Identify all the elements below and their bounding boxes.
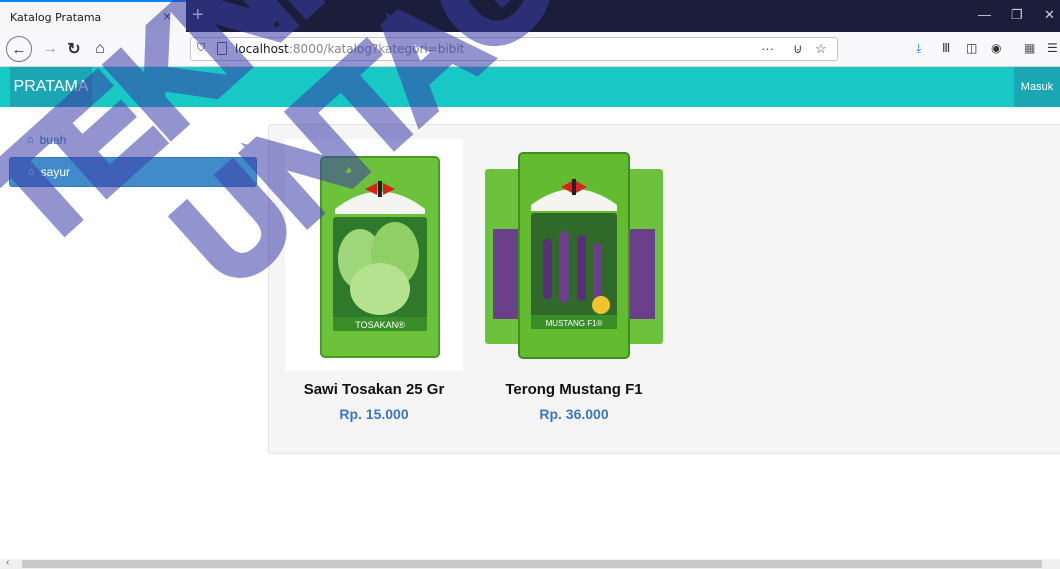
product-name[interactable]: Terong Mustang F1	[485, 381, 663, 398]
scroll-left-icon[interactable]: ‹	[6, 557, 9, 568]
seed-pack-mustang: MUSTANG F1®	[485, 152, 663, 359]
page-actions-icon[interactable]: ···	[761, 41, 774, 56]
bookmark-star-icon[interactable]: ☆	[815, 41, 827, 57]
forward-icon[interactable]: →	[40, 37, 60, 61]
tab-strip: Katalog Pratama × + — ❐ ✕	[0, 0, 1060, 32]
sidebar-icon[interactable]: ◫	[966, 41, 977, 55]
browser-window: Katalog Pratama × + — ❐ ✕ ← → ↻ ⌂ ⛉ loca…	[0, 0, 1060, 569]
product-image[interactable]: TOSAKAN®	[285, 139, 463, 371]
url-host: localhost	[235, 42, 289, 56]
seed-pack-tosakan: TOSAKAN®	[320, 156, 440, 358]
product-card[interactable]: TOSAKAN® Sawi Tosakan 25 Gr Rp. 15.000	[285, 139, 463, 422]
tab-close-icon[interactable]: ×	[163, 8, 171, 24]
url-bar[interactable]: ⛉ localhost:8000/katalog?kategori=bibit …	[190, 37, 838, 61]
tab-katalog[interactable]: Katalog Pratama ×	[0, 0, 186, 32]
product-card[interactable]: MUSTANG F1® Terong Mustang F1 Rp. 36.000	[485, 139, 663, 422]
restore-icon[interactable]: ❐	[1011, 7, 1023, 23]
back-icon[interactable]: ←	[6, 36, 32, 62]
brand-logo[interactable]: PRATAMA	[10, 67, 92, 107]
horizontal-scrollbar[interactable]: ‹	[0, 557, 1060, 569]
home-icon: ⌂	[28, 166, 35, 178]
pack-label: TOSAKAN®	[355, 320, 405, 330]
home-icon[interactable]: ⌂	[90, 37, 110, 61]
close-window-icon[interactable]: ✕	[1044, 7, 1055, 23]
sidebar-item-buah[interactable]: ⌂ buah	[9, 125, 257, 155]
url-text[interactable]: localhost:8000/katalog?kategori=bibit	[235, 42, 464, 56]
home-icon: ⌂	[27, 134, 34, 146]
shield-icon[interactable]: ⛉	[197, 42, 205, 55]
extension-icon[interactable]: ▦	[1024, 41, 1035, 55]
sidebar-item-sayur[interactable]: ⌂ sayur	[9, 157, 257, 187]
reload-icon[interactable]: ↻	[64, 37, 84, 61]
pack-label: MUSTANG F1®	[546, 319, 603, 328]
account-icon[interactable]: ◉	[991, 41, 1001, 55]
product-price: Rp. 15.000	[339, 406, 409, 422]
app-navbar: PRATAMA Masuk	[0, 67, 1060, 107]
minimize-icon[interactable]: —	[978, 7, 991, 22]
url-path: :8000/katalog?kategori=bibit	[288, 42, 465, 56]
library-icon[interactable]: Ⅲ	[942, 41, 950, 55]
product-image[interactable]: MUSTANG F1®	[485, 139, 663, 371]
scrollbar-thumb[interactable]	[22, 560, 1042, 568]
sidebar-item-label: buah	[39, 133, 67, 147]
menu-icon[interactable]: ☰	[1047, 41, 1058, 55]
navigation-toolbar: ← → ↻ ⌂ ⛉ localhost:8000/katalog?kategor…	[0, 32, 1060, 67]
product-name[interactable]: Sawi Tosakan 25 Gr	[285, 381, 463, 398]
tab-title: Katalog Pratama	[10, 11, 102, 24]
product-price: Rp. 36.000	[539, 406, 609, 422]
pocket-icon[interactable]: ⊍	[793, 41, 803, 57]
download-icon[interactable]: ⤓	[916, 41, 921, 56]
login-button[interactable]: Masuk	[1014, 67, 1060, 107]
product-panel: TOSAKAN® Sawi Tosakan 25 Gr Rp. 15.000 M…	[268, 124, 1060, 454]
sidebar-item-label: sayur	[40, 165, 70, 179]
new-tab-button[interactable]: +	[192, 4, 204, 27]
page-icon	[217, 42, 227, 55]
